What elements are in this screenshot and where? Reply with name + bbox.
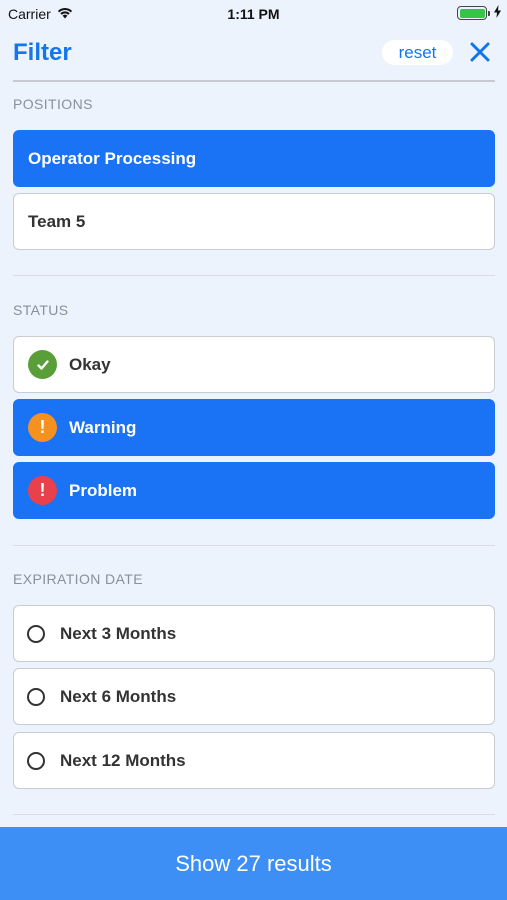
battery-level (459, 8, 485, 18)
error-icon: ! (28, 476, 57, 505)
option-label: Warning (69, 417, 137, 437)
check-icon (28, 350, 57, 379)
option-team-5[interactable]: Team 5 (13, 193, 495, 250)
option-next-12-months[interactable]: Next 12 Months (13, 732, 495, 789)
clock: 1:11 PM (227, 6, 280, 22)
radio-icon (27, 687, 45, 706)
filter-header: Filter reset (0, 30, 507, 80)
option-label: Operator Processing (28, 148, 197, 168)
section-divider (13, 545, 495, 546)
status-bar: Carrier 1:11 PM (0, 0, 507, 28)
show-results-button[interactable]: Show 27 results (0, 827, 507, 900)
option-label: Next 6 Months (60, 686, 177, 706)
option-status-okay[interactable]: Okay (13, 336, 495, 393)
reset-button[interactable]: reset (382, 40, 453, 65)
option-operator-processing[interactable]: Operator Processing (13, 130, 495, 187)
charging-icon (494, 5, 501, 21)
option-status-warning[interactable]: ! Warning (13, 399, 495, 456)
radio-icon (27, 751, 45, 770)
option-label: Okay (69, 354, 111, 374)
option-label: Team 5 (28, 211, 86, 231)
option-next-3-months[interactable]: Next 3 Months (13, 605, 495, 662)
radio-icon (27, 624, 45, 643)
section-label-expiration: EXPIRATION DATE (13, 571, 143, 587)
section-label-status: STATUS (13, 302, 69, 318)
battery-icon (457, 6, 490, 20)
warning-icon: ! (28, 413, 57, 442)
option-label: Next 12 Months (60, 750, 186, 770)
page-title: Filter (13, 39, 72, 66)
option-label: Problem (69, 480, 138, 500)
battery-area (457, 5, 501, 21)
header-divider (13, 80, 495, 82)
section-divider (13, 814, 495, 815)
section-label-positions: POSITIONS (13, 96, 93, 112)
option-status-problem[interactable]: ! Problem (13, 462, 495, 519)
option-label: Next 3 Months (60, 623, 177, 643)
close-icon[interactable] (468, 40, 492, 64)
option-next-6-months[interactable]: Next 6 Months (13, 668, 495, 725)
section-divider (13, 275, 495, 276)
